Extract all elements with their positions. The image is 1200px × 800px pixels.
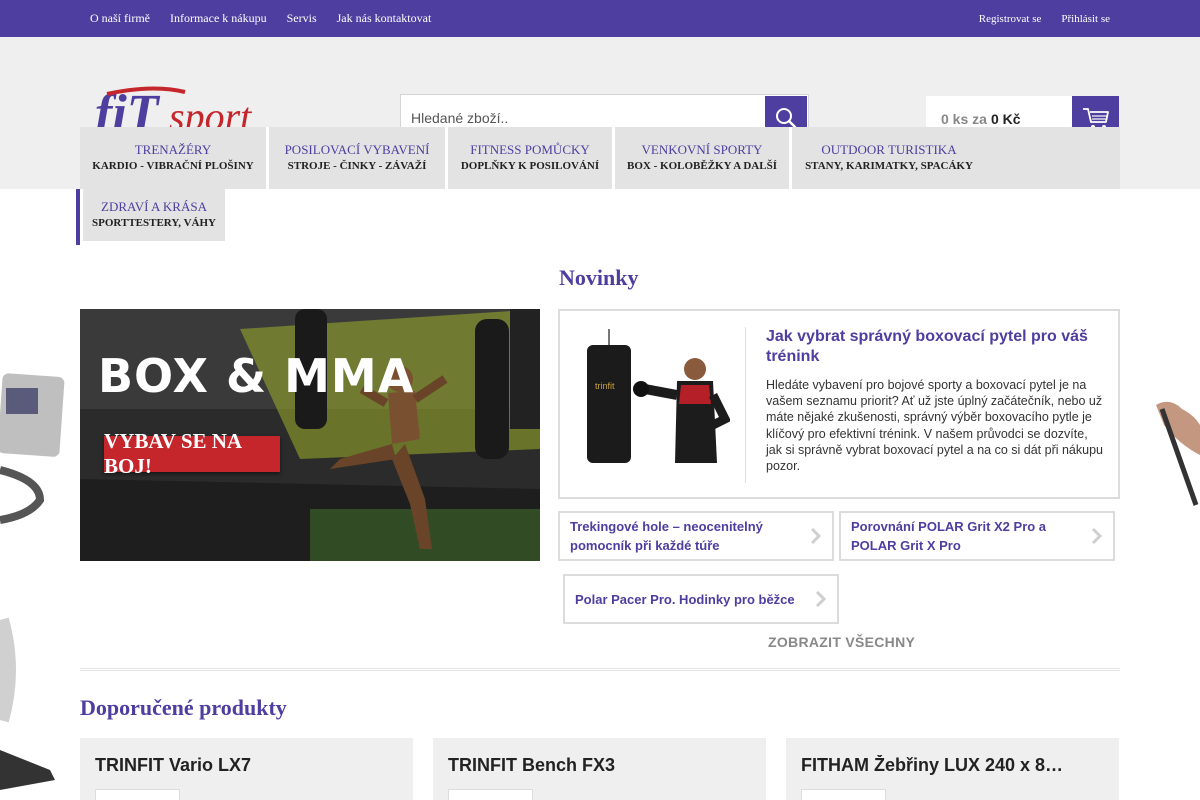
trekking-decoration bbox=[1156, 401, 1200, 506]
nav-item-venkovni[interactable]: Venkovní sporty Box - koloběžky a další bbox=[615, 127, 789, 189]
chevron-right-icon bbox=[815, 590, 827, 608]
nav-item-posilovaci[interactable]: Posilovací vybavení Stroje - činky - záv… bbox=[269, 127, 445, 189]
news-card-title: Porovnání POLAR Grit X2 Pro a POLAR Grit… bbox=[851, 519, 1047, 553]
nav-title: Venkovní sporty bbox=[641, 142, 763, 157]
top-bar: O naší firmě Informace k nákupu Servis J… bbox=[0, 0, 1200, 37]
promo-banner[interactable]: BOX & MMA VYBAV SE NA BOJ! bbox=[80, 309, 540, 561]
banner-headline: BOX & MMA bbox=[98, 349, 415, 403]
chevron-right-icon bbox=[1091, 527, 1103, 545]
product-card[interactable]: FITHAM Žebřiny LUX 240 x 8… bbox=[786, 738, 1119, 800]
nav-title: Fitness pomůcky bbox=[470, 142, 590, 157]
top-link-contact[interactable]: Jak nás kontaktovat bbox=[337, 11, 432, 26]
product-title[interactable]: FITHAM Žebřiny LUX 240 x 8… bbox=[801, 755, 1101, 776]
nav-title: Posilovací vybavení bbox=[284, 142, 430, 157]
product-thumbnail[interactable] bbox=[95, 789, 180, 800]
register-link[interactable]: Registrovat se bbox=[979, 13, 1042, 25]
product-card[interactable]: TRINFIT Bench FX3 bbox=[433, 738, 766, 800]
news-card-title: Trekingové hole – neocenitelný pomocník … bbox=[570, 519, 763, 553]
cart-amount: 0 Kč bbox=[990, 111, 1021, 127]
show-all-news-link[interactable]: ZOBRAZIT VŠECHNY bbox=[768, 634, 915, 650]
nav-item-box: Zdraví a krása Sporttestery, váhy bbox=[83, 189, 225, 241]
top-links: O naší firmě Informace k nákupu Servis J… bbox=[90, 0, 431, 37]
product-title[interactable]: TRINFIT Bench FX3 bbox=[448, 755, 748, 776]
main-nav: Trenažéry Kardio - vibrační plošiny Posi… bbox=[80, 127, 1120, 189]
product-card[interactable]: TRINFIT Vario LX7 bbox=[80, 738, 413, 800]
news-card[interactable]: Polar Pacer Pro. Hodinky pro běžce bbox=[563, 574, 839, 624]
feature-divider bbox=[745, 327, 746, 483]
auth-links: Registrovat se Přihlásit se bbox=[979, 0, 1110, 37]
news-card[interactable]: Trekingové hole – neocenitelný pomocník … bbox=[558, 511, 834, 561]
recommended-heading: Doporučené produkty bbox=[80, 695, 287, 720]
banner-cta-button[interactable]: VYBAV SE NA BOJ! bbox=[104, 429, 280, 478]
nav-subtitle: Stroje - činky - závaží bbox=[287, 160, 427, 172]
nav-item-zdravi[interactable]: Zdraví a krása Sporttestery, váhy bbox=[76, 189, 225, 245]
nav-title: Outdoor turistika bbox=[821, 142, 957, 157]
featured-article[interactable]: trinfit Jak vybrat správný boxovací pyte… bbox=[558, 309, 1120, 499]
top-link-about[interactable]: O naší firmě bbox=[90, 11, 150, 26]
cart-count: 0 ks za bbox=[941, 111, 987, 127]
treadmill-decoration bbox=[0, 373, 65, 790]
featured-article-image: trinfit bbox=[585, 329, 730, 463]
top-link-service[interactable]: Servis bbox=[287, 11, 317, 26]
product-thumbnail[interactable] bbox=[801, 789, 886, 800]
nav-item-fitness[interactable]: Fitness pomůcky Doplňky k posilování bbox=[448, 127, 612, 189]
top-link-purchase-info[interactable]: Informace k nákupu bbox=[170, 11, 267, 26]
login-link[interactable]: Přihlásit se bbox=[1061, 13, 1110, 25]
nav-subtitle: Doplňky k posilování bbox=[460, 160, 600, 172]
nav-title: Trenažéry bbox=[134, 142, 212, 157]
product-title[interactable]: TRINFIT Vario LX7 bbox=[95, 755, 395, 776]
nav-title: Zdraví a krása bbox=[101, 199, 207, 214]
nav-item-outdoor[interactable]: Outdoor turistika Stany, karimatky, spac… bbox=[792, 127, 986, 189]
featured-article-title[interactable]: Jak vybrat správný boxovací pytel pro vá… bbox=[766, 327, 1106, 367]
nav-subtitle: Box - koloběžky a další bbox=[627, 160, 777, 172]
product-thumbnail[interactable] bbox=[448, 789, 533, 800]
news-card-title: Polar Pacer Pro. Hodinky pro běžce bbox=[575, 591, 795, 607]
chevron-right-icon bbox=[810, 527, 822, 545]
nav-active-bar bbox=[76, 189, 80, 245]
news-heading: Novinky bbox=[559, 265, 639, 290]
nav-subtitle: Kardio - vibrační plošiny bbox=[92, 160, 254, 172]
svg-text:trinfit: trinfit bbox=[595, 381, 615, 391]
nav-subtitle: Stany, karimatky, spacáky bbox=[805, 160, 973, 172]
news-card[interactable]: Porovnání POLAR Grit X2 Pro a POLAR Grit… bbox=[839, 511, 1115, 561]
nav-item-trenazery[interactable]: Trenažéry Kardio - vibrační plošiny bbox=[80, 127, 266, 189]
featured-article-excerpt: Hledáte vybavení pro bojové sporty a box… bbox=[766, 378, 1103, 474]
section-divider bbox=[80, 668, 1120, 671]
search-icon bbox=[776, 108, 797, 129]
nav-subtitle: Sporttestery, váhy bbox=[92, 217, 216, 229]
